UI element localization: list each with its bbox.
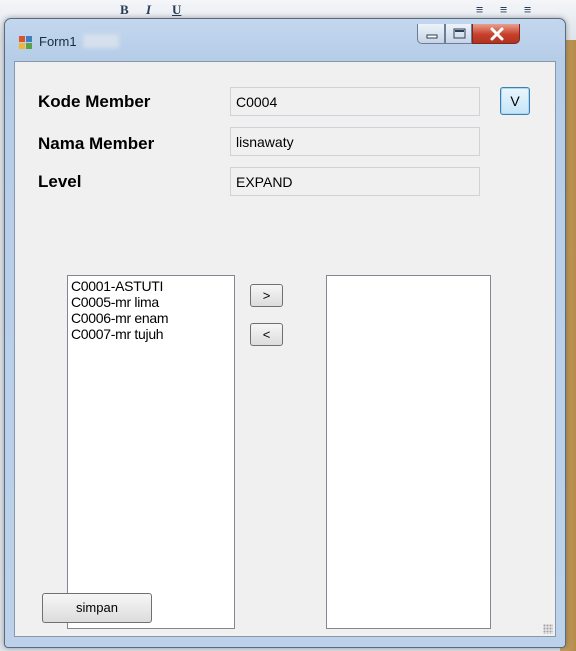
window-title: Form1 (39, 34, 77, 49)
list-item[interactable]: C0006-mr enam (71, 310, 234, 326)
list-item[interactable]: C0007-mr tujuh (71, 326, 234, 342)
maximize-icon (453, 28, 466, 39)
minimize-button[interactable] (417, 24, 445, 44)
form-app-icon (19, 36, 33, 50)
close-button[interactable] (472, 24, 520, 44)
nama-member-label: Nama Member (38, 134, 155, 153)
kode-member-input[interactable]: C0004 (230, 87, 480, 116)
level-input[interactable]: EXPAND (230, 167, 480, 196)
title-blur (83, 34, 119, 48)
resize-grip-icon[interactable] (543, 624, 553, 634)
list-item[interactable]: C0001-ASTUTI (71, 278, 234, 294)
member-target-list[interactable] (326, 275, 491, 629)
maximize-button[interactable] (445, 24, 472, 44)
nama-member-input[interactable]: lisnawaty (230, 127, 480, 156)
list-item[interactable]: C0005-mr lima (71, 294, 234, 310)
level-label: Level (38, 172, 82, 191)
form-client-area: Kode Member C0004 V Nama Member lisnawat… (14, 61, 556, 637)
save-button[interactable]: simpan (42, 593, 152, 623)
view-member-button[interactable]: V (500, 87, 530, 115)
title-bar[interactable]: Form1 (5, 19, 565, 61)
minimize-icon (426, 34, 438, 39)
kode-member-label: Kode Member (38, 92, 151, 111)
member-source-list[interactable]: C0001-ASTUTI C0005-mr lima C0006-mr enam… (67, 275, 235, 629)
move-left-button[interactable]: < (250, 323, 283, 346)
close-icon (490, 27, 504, 41)
form1-window: Form1 Kode Member C0004 V Nama Member li… (4, 18, 566, 648)
move-right-button[interactable]: > (250, 284, 283, 307)
